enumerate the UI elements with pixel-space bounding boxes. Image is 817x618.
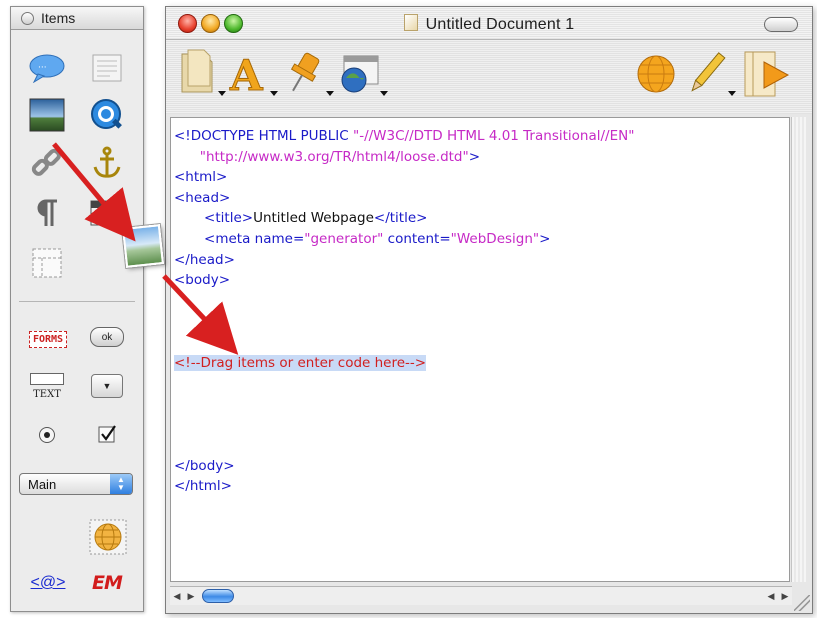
drag-arrow-1 [52, 142, 136, 242]
drag-arrow-2 [162, 274, 239, 355]
drag-arrows [52, 142, 239, 355]
